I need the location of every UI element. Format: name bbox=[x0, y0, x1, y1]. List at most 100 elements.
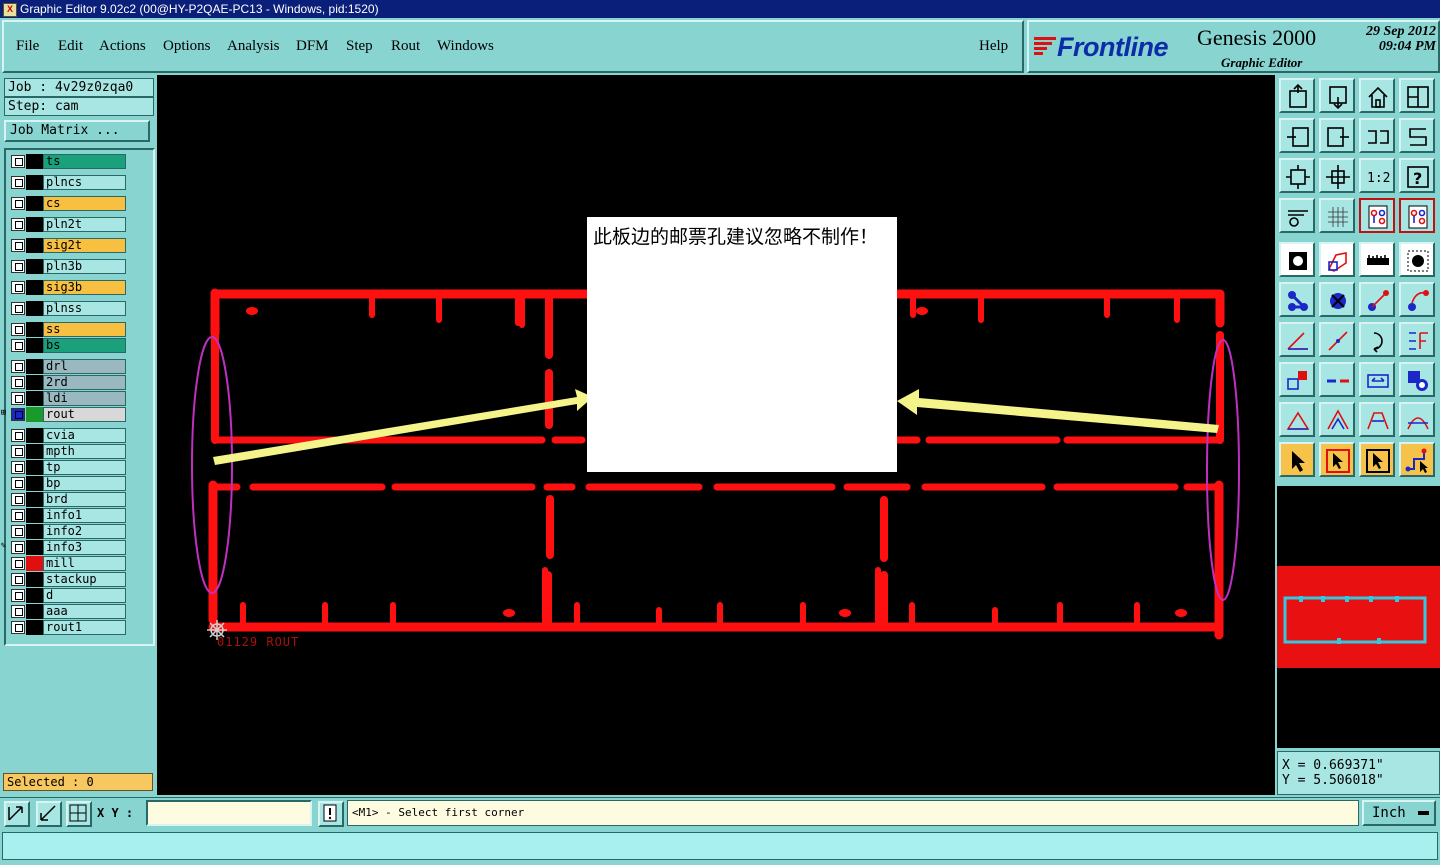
outline-button[interactable] bbox=[1319, 242, 1355, 277]
move-object-button[interactable] bbox=[1279, 362, 1315, 397]
fill-button[interactable] bbox=[1279, 242, 1315, 277]
unit-selector[interactable]: Inch bbox=[1362, 800, 1436, 826]
angle-button[interactable] bbox=[1279, 322, 1315, 357]
layer-name[interactable]: plnss bbox=[43, 301, 126, 316]
layer-name[interactable]: info3 bbox=[43, 540, 126, 555]
layer-checkbox[interactable] bbox=[11, 445, 25, 458]
layer-name[interactable]: drl bbox=[43, 359, 126, 374]
layer-name[interactable]: pln2t bbox=[43, 217, 126, 232]
arc-triangle-button[interactable] bbox=[1319, 402, 1355, 437]
layer-color-swatch[interactable] bbox=[26, 476, 43, 491]
rotate-button[interactable] bbox=[1359, 322, 1395, 357]
slash-button[interactable] bbox=[1319, 322, 1355, 357]
add-connection-button[interactable] bbox=[1279, 282, 1315, 317]
layer-name[interactable]: mill bbox=[43, 556, 126, 571]
layer-checkbox[interactable] bbox=[11, 392, 25, 405]
layer-color-swatch[interactable] bbox=[26, 556, 43, 571]
layer-checkbox[interactable] bbox=[11, 461, 25, 474]
layer-color-swatch[interactable] bbox=[26, 444, 43, 459]
zoom-home-button[interactable] bbox=[1279, 78, 1315, 113]
add-line-button[interactable] bbox=[1359, 282, 1395, 317]
layer-color-swatch[interactable] bbox=[26, 508, 43, 523]
layer-checkbox[interactable] bbox=[11, 605, 25, 618]
layer-checkbox[interactable] bbox=[11, 493, 25, 506]
layer-checkbox[interactable] bbox=[11, 477, 25, 490]
ruler-button[interactable] bbox=[1359, 242, 1395, 277]
layer-name[interactable]: ts bbox=[43, 154, 126, 169]
layer-color-swatch[interactable] bbox=[26, 391, 43, 406]
layer-checkbox[interactable] bbox=[11, 302, 25, 315]
layer-name[interactable]: bs bbox=[43, 338, 126, 353]
layer-name[interactable]: aaa bbox=[43, 604, 126, 619]
grid-snap-button[interactable] bbox=[66, 801, 92, 827]
layer-checkbox[interactable] bbox=[11, 360, 25, 373]
alert-button[interactable] bbox=[318, 801, 344, 827]
layer-checkbox[interactable] bbox=[11, 621, 25, 634]
layer-name[interactable]: mpth bbox=[43, 444, 126, 459]
layer-name[interactable]: stackup bbox=[43, 572, 126, 587]
menu-edit[interactable]: Edit bbox=[58, 38, 83, 55]
layer-color-swatch[interactable] bbox=[26, 338, 43, 353]
layers-display-alt-button[interactable] bbox=[1399, 198, 1435, 233]
layer-checkbox[interactable] bbox=[11, 260, 25, 273]
menu-actions[interactable]: Actions bbox=[99, 38, 146, 55]
layer-checkbox[interactable] bbox=[11, 155, 25, 168]
layer-color-swatch[interactable] bbox=[26, 217, 43, 232]
layer-name[interactable]: ldi bbox=[43, 391, 126, 406]
arc-trapezoid-button[interactable] bbox=[1359, 402, 1395, 437]
layer-checkbox[interactable] bbox=[11, 339, 25, 352]
layer-checkbox[interactable] bbox=[11, 589, 25, 602]
layer-checkbox[interactable] bbox=[11, 176, 25, 189]
layer-name[interactable]: cs bbox=[43, 196, 126, 211]
menu-rout[interactable]: Rout bbox=[391, 38, 420, 55]
layer-name[interactable]: info1 bbox=[43, 508, 126, 523]
triangle-button[interactable] bbox=[1279, 402, 1315, 437]
layer-name[interactable]: cvia bbox=[43, 428, 126, 443]
layer-name[interactable]: pln3b bbox=[43, 259, 126, 274]
layer-name[interactable]: sig3b bbox=[43, 280, 126, 295]
help-question-button[interactable]: ? bbox=[1399, 158, 1435, 193]
overview-map[interactable] bbox=[1277, 486, 1440, 748]
layer-checkbox[interactable] bbox=[11, 376, 25, 389]
menu-windows[interactable]: Windows bbox=[437, 38, 494, 55]
layer-name[interactable]: rout1 bbox=[43, 620, 126, 635]
layer-color-swatch[interactable] bbox=[26, 620, 43, 635]
layer-color-swatch[interactable] bbox=[26, 428, 43, 443]
layer-color-swatch[interactable] bbox=[26, 460, 43, 475]
layer-color-swatch[interactable] bbox=[26, 604, 43, 619]
pan-left-button[interactable] bbox=[1279, 118, 1315, 153]
layer-checkbox[interactable] bbox=[11, 239, 25, 252]
fit-profile-button[interactable] bbox=[1319, 158, 1355, 193]
swap-button[interactable] bbox=[1359, 118, 1395, 153]
fit-screen-button[interactable] bbox=[1279, 158, 1315, 193]
layer-color-swatch[interactable] bbox=[26, 301, 43, 316]
menu-dfm[interactable]: DFM bbox=[296, 38, 329, 55]
layer-color-swatch[interactable] bbox=[26, 588, 43, 603]
snake-button[interactable] bbox=[1399, 118, 1435, 153]
job-matrix-button[interactable]: Job Matrix ... bbox=[4, 120, 150, 142]
layer-color-swatch[interactable] bbox=[26, 175, 43, 190]
layer-color-swatch[interactable] bbox=[26, 359, 43, 374]
layer-checkbox[interactable] bbox=[11, 541, 25, 554]
layer-name[interactable]: d bbox=[43, 588, 126, 603]
cross-button[interactable] bbox=[1319, 282, 1355, 317]
measure-tool-button[interactable] bbox=[1279, 198, 1315, 233]
arc-line-button[interactable] bbox=[1399, 402, 1435, 437]
home-button[interactable] bbox=[1359, 78, 1395, 113]
layer-color-swatch[interactable] bbox=[26, 375, 43, 390]
layer-checkbox[interactable] bbox=[11, 197, 25, 210]
select-box-button[interactable] bbox=[1319, 442, 1355, 477]
layer-name[interactable]: rout bbox=[43, 407, 126, 422]
layer-checkbox[interactable] bbox=[11, 557, 25, 570]
select-pointer-button[interactable] bbox=[1279, 442, 1315, 477]
layer-checkbox[interactable] bbox=[11, 429, 25, 442]
snap-mode-button[interactable] bbox=[4, 801, 30, 827]
graphic-canvas[interactable]: 此板边的邮票孔建议忽略不制作！ 01129 ROUT bbox=[157, 75, 1275, 795]
menu-options[interactable]: Options bbox=[163, 38, 211, 55]
add-arc-button[interactable] bbox=[1399, 282, 1435, 317]
menu-file[interactable]: File bbox=[16, 38, 39, 55]
layer-color-swatch[interactable] bbox=[26, 492, 43, 507]
menu-step[interactable]: Step bbox=[346, 38, 373, 55]
xy-input[interactable] bbox=[146, 800, 312, 826]
layer-name[interactable]: ss bbox=[43, 322, 126, 337]
